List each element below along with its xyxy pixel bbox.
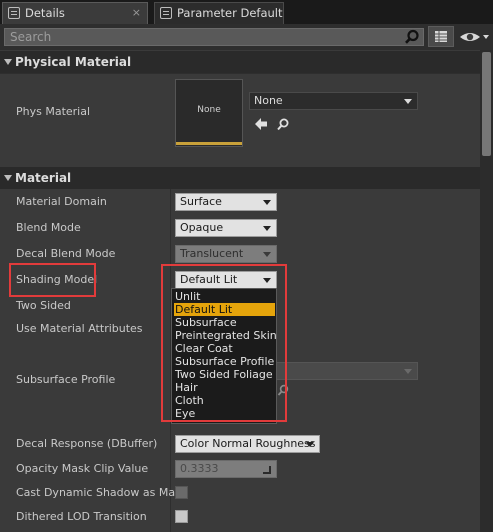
tab-details[interactable]: Details × (2, 2, 148, 24)
subsurface-profile-label: Subsurface Profile (16, 373, 116, 386)
two-sided-label: Two Sided (16, 299, 71, 312)
tab-details-label: Details (25, 6, 65, 20)
chevron-down-icon (263, 252, 271, 257)
decal-response-label: Decal Response (DBuffer) (16, 437, 158, 450)
phys-material-label: Phys Material (16, 105, 91, 118)
details-tab-icon (8, 7, 20, 19)
blend-mode-value: Opaque (180, 221, 224, 234)
asset-type-color-strip (176, 142, 242, 145)
use-material-attributes-label: Use Material Attributes (16, 322, 143, 335)
tab-parameter-defaults-label: Parameter Defaults (177, 6, 284, 20)
parameter-defaults-tab-icon (160, 7, 172, 19)
cast-dynamic-shadow-label: Cast Dynamic Shadow as Mas (16, 486, 181, 499)
chevron-down-icon (263, 226, 271, 231)
chevron-down-icon (263, 200, 271, 205)
search-placeholder: Search (10, 30, 52, 44)
material-heading: Material (15, 171, 72, 185)
search-icon[interactable] (402, 28, 422, 46)
phys-material-value: None (254, 94, 283, 107)
blend-mode-label: Blend Mode (16, 221, 81, 234)
opacity-mask-clip-value: 0.3333 (180, 462, 219, 475)
collapse-arrow-icon (4, 175, 12, 181)
thumbnail-none-text: None (197, 105, 221, 115)
phys-material-asset-picker[interactable]: None (249, 92, 418, 110)
chevron-down-icon (306, 442, 314, 447)
cast-dynamic-shadow-checkbox (175, 486, 188, 499)
physical-material-category[interactable]: Physical Material (0, 51, 480, 73)
chevron-down-icon (404, 369, 412, 374)
material-category[interactable]: Material (0, 167, 480, 189)
scrollbar-thumb[interactable] (482, 52, 491, 156)
decal-blend-mode-label: Decal Blend Mode (16, 247, 116, 260)
close-tab-button[interactable]: × (132, 3, 141, 23)
material-domain-dropdown[interactable]: Surface (175, 193, 277, 211)
tab-parameter-defaults[interactable]: Parameter Defaults (154, 2, 284, 24)
use-selected-arrow-icon[interactable] (254, 117, 268, 131)
search-input[interactable]: Search (4, 28, 424, 46)
shading-model-label-highlight (9, 263, 96, 297)
dithered-lod-checkbox[interactable] (175, 510, 188, 523)
decal-response-dropdown[interactable]: Color Normal Roughness (175, 435, 320, 453)
material-domain-value: Surface (180, 195, 222, 208)
physical-material-heading: Physical Material (15, 55, 132, 69)
blend-mode-dropdown[interactable]: Opaque (175, 219, 277, 237)
collapse-arrow-icon (4, 59, 12, 65)
phys-material-thumbnail[interactable]: None (175, 79, 243, 147)
decal-blend-mode-dropdown: Translucent (175, 245, 277, 263)
opacity-mask-clip-label: Opacity Mask Clip Value (16, 462, 149, 475)
chevron-down-icon (404, 99, 412, 104)
eye-icon[interactable] (458, 28, 490, 46)
browse-search-icon[interactable] (276, 117, 290, 131)
material-domain-label: Material Domain (16, 195, 107, 208)
decal-blend-mode-value: Translucent (180, 247, 244, 260)
section-divider (0, 73, 480, 74)
property-matrix-icon (435, 31, 447, 42)
opacity-mask-clip-input: 0.3333 (175, 460, 277, 478)
view-options-button[interactable] (428, 26, 454, 47)
shading-model-dropdown-highlight (161, 264, 287, 422)
dithered-lod-label: Dithered LOD Transition (16, 510, 147, 523)
resize-grip-icon (263, 466, 271, 474)
decal-response-value: Color Normal Roughness (180, 437, 316, 450)
